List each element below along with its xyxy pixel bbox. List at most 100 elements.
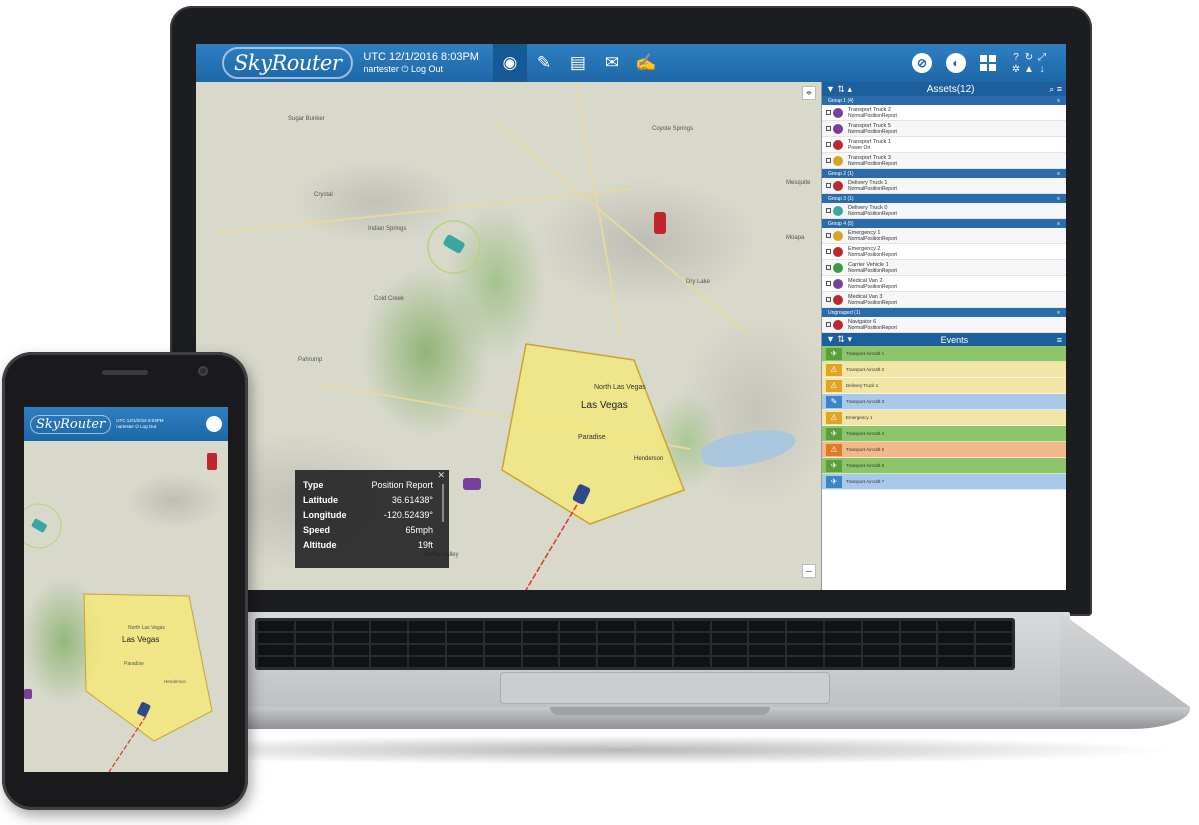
asset-checkbox[interactable] [826, 265, 831, 270]
phone-globe-icon[interactable] [206, 416, 222, 432]
nav-map-button[interactable]: ◉ [492, 44, 527, 82]
events-menu-icon[interactable]: ≡ [1057, 335, 1062, 345]
asset-checkbox[interactable] [826, 110, 831, 115]
asset-report-type: NormalPositionReport [848, 251, 897, 258]
phone-user-logout[interactable]: nartester ⏻ Log Out [116, 424, 163, 430]
event-label: Emergency 1 [846, 415, 873, 420]
map-layer-icon[interactable]: ◐ [946, 53, 966, 73]
asset-name-block: Navigator 6 NormalPositionReport [848, 319, 936, 331]
help-icon[interactable]: ? [1010, 52, 1022, 63]
asset-checkbox[interactable] [826, 142, 831, 147]
asset-checkbox[interactable] [826, 322, 831, 327]
nav-messages-button[interactable]: ✉ [595, 44, 629, 82]
vehicle-icon [833, 262, 843, 273]
phone-app-logo[interactable]: SkyRouter [30, 414, 112, 434]
asset-row[interactable]: Carrier Vehicle 1 NormalPositionReport [822, 260, 1066, 276]
asset-row[interactable]: Delivery Truck 1 NormalPositionReport [822, 178, 1066, 194]
asset-checkbox[interactable] [826, 158, 831, 163]
nav-edit-button[interactable]: ✍ [629, 44, 663, 82]
globe-icon[interactable]: ⊘ [912, 53, 932, 73]
group-menu-icon[interactable]: ≡ [1057, 221, 1060, 227]
nav-tools-button[interactable]: ✎ [527, 44, 561, 82]
asset-report-type: NormalPositionReport [848, 128, 897, 135]
close-icon[interactable]: ✕ [437, 470, 445, 481]
event-row[interactable]: ⚠ Delivery Truck 1 [822, 378, 1066, 394]
group-menu-icon[interactable]: ≡ [1057, 310, 1060, 316]
app-logo[interactable]: SkyRouter [222, 47, 354, 79]
asset-row[interactable]: Transport Truck 5 NormalPositionReport [822, 121, 1066, 137]
phone-city-label: North Las Vegas [128, 625, 165, 631]
keyboard-key [295, 621, 332, 631]
events-header: ▼ ⇅ ▾ Events ≡ [822, 333, 1066, 346]
asset-group-header[interactable]: Group 3 (1) ≡ [822, 194, 1066, 203]
event-row[interactable]: ✈ Transport Aircraft 1 [822, 346, 1066, 362]
event-label: Delivery Truck 1 [846, 383, 879, 388]
phone-screen: SkyRouter UTC 12/1/2016 8:03PM nartester… [24, 407, 228, 772]
keyboard-key [749, 621, 786, 631]
keyboard-key [787, 621, 823, 631]
keyboard-key [711, 657, 748, 667]
refresh-icon[interactable]: ↻ [1023, 52, 1035, 63]
vehicle-icon [833, 246, 843, 257]
utc-time: UTC 12/1/2016 8:03PM [363, 51, 479, 63]
keyboard-key [598, 645, 634, 655]
user-logout[interactable]: nartester ⏻ Log Out [363, 63, 479, 75]
settings-icon[interactable]: ✲ [1010, 64, 1022, 75]
filter-icon[interactable]: ▼ ⇅ ▴ [826, 84, 852, 95]
popup-scrollbar[interactable] [442, 484, 444, 522]
phone-track-line [108, 715, 147, 772]
keyboard-key [258, 633, 294, 643]
asset-group-header[interactable]: Group 2 (1) ≡ [822, 169, 1066, 178]
layout-grid-icon[interactable] [980, 55, 996, 71]
asset-group-header[interactable]: Group 4 (5) ≡ [822, 219, 1066, 228]
event-row[interactable]: ✎ Transport Aircraft 3 [822, 394, 1066, 410]
nav-reports-button[interactable]: ▤ [561, 44, 595, 82]
asset-row[interactable]: Navigator 6 NormalPositionReport [822, 317, 1066, 333]
asset-row[interactable]: Transport Truck 3 NormalPositionReport [822, 153, 1066, 169]
event-row[interactable]: ✈ Transport Aircraft 6 [822, 458, 1066, 474]
download-icon[interactable]: ↓ [1036, 64, 1048, 75]
asset-checkbox[interactable] [826, 281, 831, 286]
asset-checkbox[interactable] [826, 297, 831, 302]
keyboard-key [635, 645, 672, 655]
asset-row[interactable]: Transport Truck 1 Power On [822, 137, 1066, 153]
asset-row[interactable]: Emergency 1 NormalPositionReport [822, 228, 1066, 244]
keyboard-key [371, 633, 408, 643]
right-panel: ▼ ⇅ ▴ Assets(12) ⌕ ≡ Group 1 (4) ≡ Transpo… [821, 82, 1066, 590]
asset-checkbox[interactable] [826, 183, 831, 188]
asset-checkbox[interactable] [826, 233, 831, 238]
phone-map-view[interactable]: North Las Vegas Las Vegas Paradise Hende… [24, 441, 228, 772]
keyboard-key [560, 633, 597, 643]
keyboard-key [409, 657, 445, 667]
asset-group-header[interactable]: Ungrouped (1) ≡ [822, 308, 1066, 317]
events-filter-icon[interactable]: ▼ ⇅ ▾ [826, 334, 852, 345]
event-row[interactable]: ✈ Transport Aircraft 7 [822, 474, 1066, 490]
asset-group-header[interactable]: Group 1 (4) ≡ [822, 96, 1066, 105]
keyboard-key [560, 621, 597, 631]
group-menu-icon[interactable]: ≡ [1057, 196, 1060, 202]
event-label: Transport Aircraft 2 [846, 367, 885, 372]
event-row[interactable]: ⚠ Transport Aircraft 5 [822, 442, 1066, 458]
asset-checkbox[interactable] [826, 126, 831, 131]
asset-row[interactable]: Delivery Truck 0 NormalPositionReport [822, 203, 1066, 219]
map-pin-control[interactable]: ⌖ [802, 86, 816, 100]
group-menu-icon[interactable]: ≡ [1057, 171, 1060, 177]
asset-row[interactable]: Medical Van 2 NormalPositionReport [822, 276, 1066, 292]
alert-icon[interactable]: ▲ [1023, 64, 1035, 75]
map-view[interactable]: Sugar Bunker Coyote Springs Mesquite Ind… [196, 82, 821, 590]
asset-row[interactable]: Emergency 2 NormalPositionReport [822, 244, 1066, 260]
keyboard-key [371, 645, 408, 655]
expand-icon[interactable]: ⤢ [1036, 52, 1048, 63]
asset-marker-red [654, 212, 666, 234]
asset-checkbox[interactable] [826, 208, 831, 213]
zoom-out-button[interactable]: – [802, 564, 816, 578]
event-row[interactable]: ⚠ Transport Aircraft 2 [822, 362, 1066, 378]
asset-checkbox[interactable] [826, 249, 831, 254]
event-row[interactable]: ✈ Transport Aircraft 4 [822, 426, 1066, 442]
group-menu-icon[interactable]: ≡ [1057, 98, 1060, 104]
asset-row[interactable]: Transport Truck 2 NormalPositionReport [822, 105, 1066, 121]
search-icon[interactable]: ⌕ ≡ [1049, 84, 1062, 95]
asset-row[interactable]: Medical Van 3 NormalPositionReport [822, 292, 1066, 308]
event-row[interactable]: ⚠ Emergency 1 [822, 410, 1066, 426]
asset-list: Group 1 (4) ≡ Transport Truck 2 NormalPosit… [822, 96, 1066, 333]
